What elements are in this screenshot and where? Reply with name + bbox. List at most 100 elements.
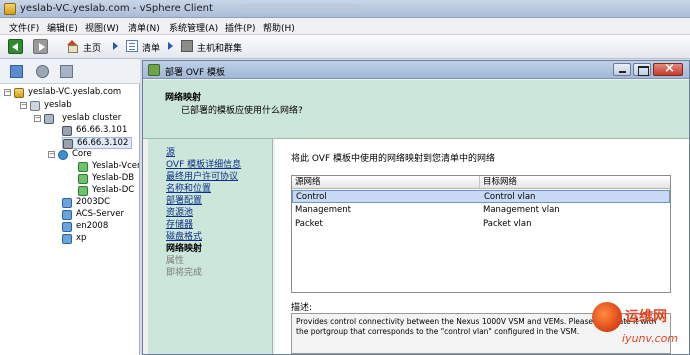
vm-powered-on-icon xyxy=(78,162,88,172)
table-row[interactable]: Management Management vlan xyxy=(292,204,670,217)
inventory-tree: − yeslab-VC.yeslab.com − yeslab − yeslab… xyxy=(0,84,140,355)
tree-node-vm[interactable]: en2008 xyxy=(62,221,132,233)
destination-network-cell[interactable]: Control vlan xyxy=(484,191,535,204)
tree-label: en2008 xyxy=(76,221,109,231)
dialog-title-bar: 部署 OVF 模板 xyxy=(143,61,689,79)
mapping-instruction: 将此 OVF 模板中使用的网络映射到您清单中的网络 xyxy=(291,154,495,164)
close-button[interactable] xyxy=(653,61,683,76)
tree-node-resource-pool[interactable]: − Core xyxy=(48,149,138,161)
vm-icon xyxy=(62,222,72,232)
wizard-subheading: 已部署的模板应使用什么网络? xyxy=(181,106,303,116)
description-label: 描述: xyxy=(291,303,313,313)
source-network-cell: Control xyxy=(296,192,327,202)
tree-node-vcenter[interactable]: − yeslab-VC.yeslab.com xyxy=(4,87,138,99)
ovf-template-icon xyxy=(148,64,160,76)
source-network-cell: Management xyxy=(295,205,351,215)
dialog-title: 部署 OVF 模板 xyxy=(165,68,225,78)
site-watermark: 运维网 iyunv.com xyxy=(592,300,687,352)
tree-label: Core xyxy=(72,149,92,159)
menu-bar: 文件(F) 编辑(E) 视图(W) 清单(N) 系统管理(A) 插件(P) 帮助… xyxy=(0,18,690,35)
source-network-cell: Packet xyxy=(295,219,323,229)
tree-label: 66.66.3.101 xyxy=(76,125,128,135)
vm-powered-on-icon xyxy=(78,174,88,184)
breadcrumb-inventory[interactable]: 清单 xyxy=(142,41,160,54)
tree-label: ACS-Server xyxy=(76,209,124,219)
add-host-icon[interactable] xyxy=(60,65,73,78)
tree-node-vm[interactable]: xp xyxy=(62,233,132,245)
collapse-icon[interactable]: − xyxy=(48,151,55,158)
title-bar-blur xyxy=(240,4,360,13)
cluster-icon xyxy=(44,114,54,124)
menu-edit[interactable]: 编辑(E) xyxy=(44,20,81,35)
minimize-button[interactable] xyxy=(613,63,631,76)
collapse-icon[interactable]: − xyxy=(4,89,11,96)
menu-administration[interactable]: 系统管理(A) xyxy=(166,20,221,35)
wizard-heading: 网络映射 xyxy=(165,93,202,103)
tree-label: yeslab cluster xyxy=(62,113,122,123)
menu-inventory[interactable]: 清单(N) xyxy=(125,20,163,35)
table-row[interactable]: Packet Packet vlan xyxy=(292,218,670,231)
wizard-header: 网络映射 已部署的模板应使用什么网络? xyxy=(143,80,689,139)
vm-icon xyxy=(62,234,72,244)
destination-network-cell[interactable]: Packet vlan xyxy=(483,218,532,231)
back-arrow-icon[interactable] xyxy=(8,39,23,54)
vsphere-app-icon xyxy=(4,3,16,15)
tree-node-host[interactable]: 66.66.3.101 xyxy=(62,125,132,137)
tree-label: Yeslab-DB xyxy=(92,173,135,183)
new-datacenter-icon[interactable] xyxy=(10,65,23,78)
column-header-destination[interactable]: 目标网络 xyxy=(480,176,670,189)
collapse-icon[interactable]: − xyxy=(34,115,41,122)
tree-node-cluster[interactable]: − yeslab cluster xyxy=(34,113,138,125)
hosts-clusters-icon[interactable] xyxy=(181,40,193,52)
breadcrumb-home[interactable]: 主页 xyxy=(83,41,101,54)
inventory-toolbar xyxy=(0,59,140,84)
tree-label: xp xyxy=(76,233,87,243)
destination-network-cell[interactable]: Management vlan xyxy=(483,204,560,217)
breadcrumb-separator-icon xyxy=(168,42,173,50)
watermark-url: iyunv.com xyxy=(622,332,679,345)
navigation-bar: 主页 清单 主机和群集 xyxy=(0,35,690,59)
menu-plugins[interactable]: 插件(P) xyxy=(222,20,258,35)
host-icon xyxy=(62,126,72,136)
vcenter-server-icon xyxy=(14,88,24,98)
host-icon xyxy=(63,139,73,149)
column-header-source[interactable]: 源网络 xyxy=(292,176,480,189)
breadcrumb-separator-icon xyxy=(113,42,118,50)
tree-label: Yeslab-DC xyxy=(92,185,135,195)
tree-label: 66.66.3.102 xyxy=(77,138,129,148)
menu-file[interactable]: 文件(F) xyxy=(6,20,42,35)
menu-view[interactable]: 视图(W) xyxy=(82,20,122,35)
refresh-icon[interactable] xyxy=(36,65,49,78)
tree-node-vm[interactable]: Yeslab-Vcenter xyxy=(78,161,139,173)
step-ready-to-complete: 即将完成 xyxy=(166,268,203,278)
title-bar: yeslab-VC.yeslab.com - vSphere Client xyxy=(0,0,690,18)
resource-pool-icon xyxy=(58,150,68,160)
inventory-icon[interactable] xyxy=(126,40,138,52)
menu-help[interactable]: 帮助(H) xyxy=(260,20,298,35)
forward-arrow-icon[interactable] xyxy=(33,39,48,54)
window-title: yeslab-VC.yeslab.com - vSphere Client xyxy=(20,3,213,14)
tree-label: yeslab xyxy=(44,100,72,110)
vm-icon xyxy=(62,198,72,208)
breadcrumb-hosts-clusters[interactable]: 主机和群集 xyxy=(197,41,242,54)
tree-node-vm[interactable]: Yeslab-DC xyxy=(78,185,139,197)
tree-node-host-selected[interactable]: 66.66.3.102 xyxy=(62,137,132,149)
tree-node-vm[interactable]: ACS-Server xyxy=(62,209,132,221)
tree-node-vm[interactable]: Yeslab-DB xyxy=(78,173,139,185)
tree-node-datacenter[interactable]: − yeslab xyxy=(20,100,138,112)
tree-label: Yeslab-Vcenter xyxy=(92,161,139,171)
home-icon[interactable] xyxy=(66,40,78,53)
table-row[interactable]: Control Control vlan xyxy=(292,190,670,203)
tree-node-vm[interactable]: 2003DC xyxy=(62,197,132,209)
tree-label: yeslab-VC.yeslab.com xyxy=(28,87,122,97)
datacenter-icon xyxy=(30,101,40,111)
tree-label: 2003DC xyxy=(76,197,111,207)
vm-powered-on-icon xyxy=(78,186,88,196)
watermark-logo-icon xyxy=(592,302,622,332)
maximize-button[interactable] xyxy=(633,63,651,76)
wizard-steps: 源 OVF 模板详细信息 最终用户许可协议 名称和位置 部署配置 资源池 存储器… xyxy=(148,139,273,354)
vm-icon xyxy=(62,210,72,220)
network-mapping-table: 源网络 目标网络 Control Control vlan Management… xyxy=(291,175,671,293)
watermark-name: 运维网 xyxy=(625,309,667,325)
collapse-icon[interactable]: − xyxy=(20,102,27,109)
